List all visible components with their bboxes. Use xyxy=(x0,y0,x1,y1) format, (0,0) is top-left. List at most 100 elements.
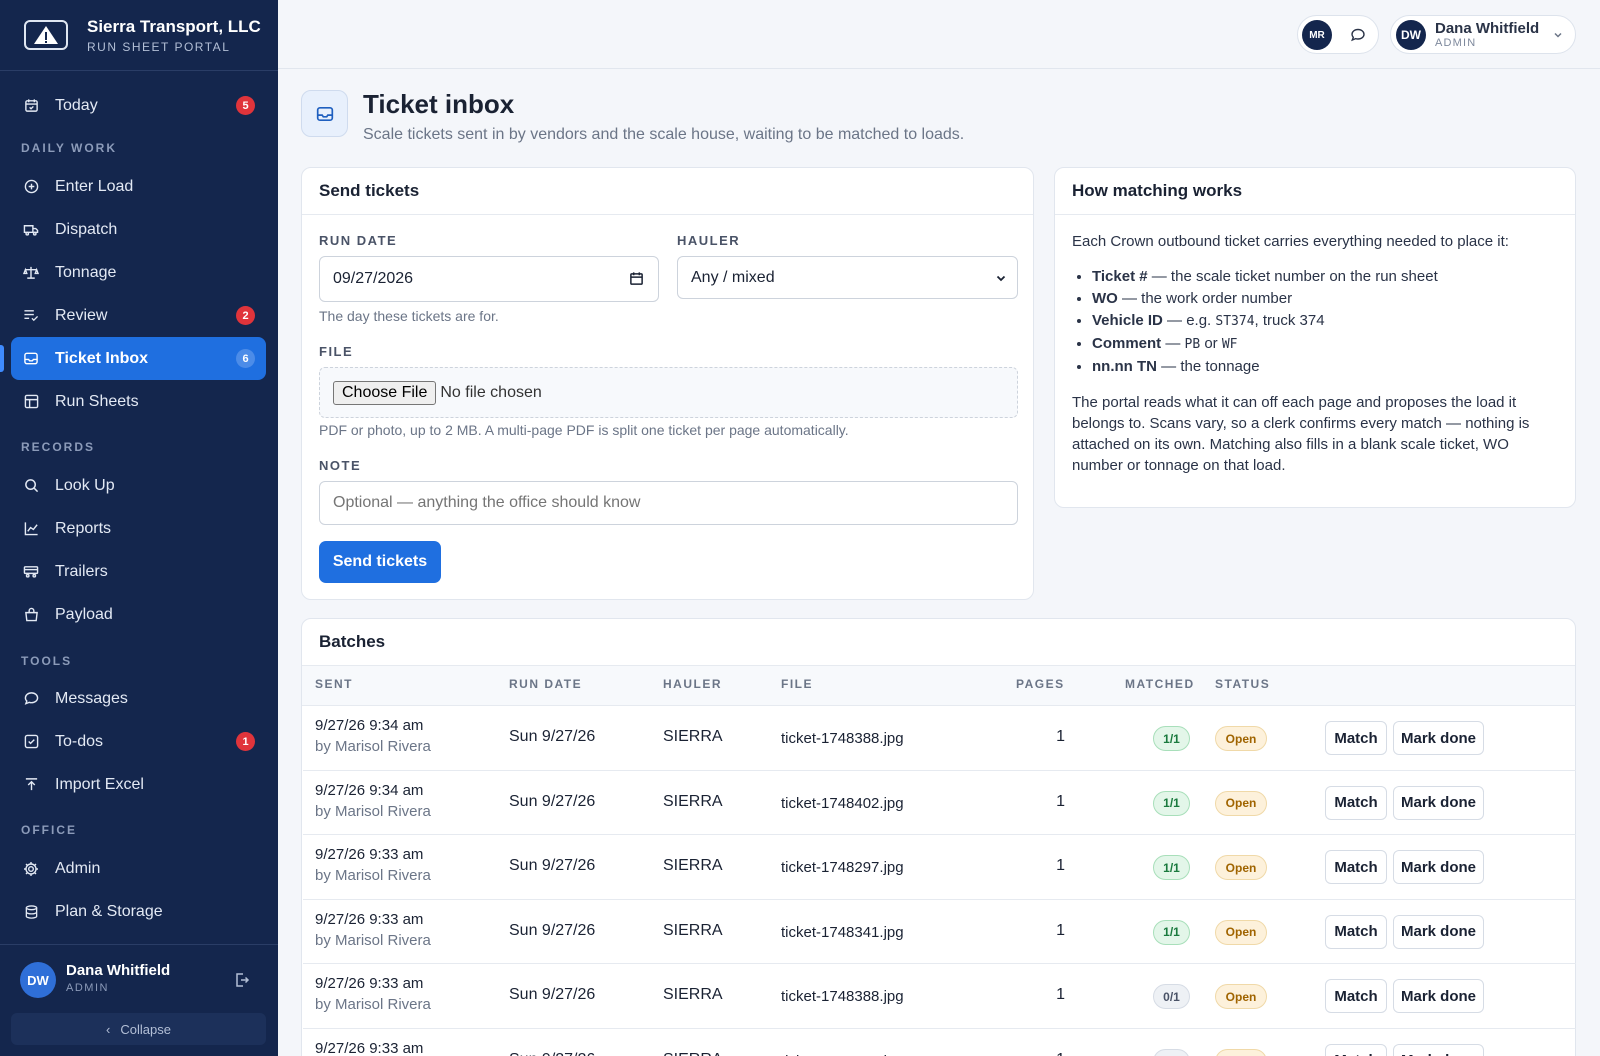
truck-icon xyxy=(23,222,39,238)
sidebar-item-label: Look Up xyxy=(55,476,115,494)
column-header-sent: SENT xyxy=(315,677,354,691)
field-term: Comment xyxy=(1092,335,1162,352)
calendar-icon[interactable] xyxy=(629,271,644,291)
field-mid: or xyxy=(1200,335,1222,352)
chart-line-icon xyxy=(23,521,39,537)
choose-file-button[interactable]: Choose File xyxy=(333,380,437,405)
review-count-badge: 2 xyxy=(236,306,255,325)
file-dropzone[interactable]: Choose File No file chosen xyxy=(319,367,1018,418)
column-header-hauler: HAULER xyxy=(663,677,722,691)
match-button[interactable]: Match xyxy=(1325,914,1387,949)
pages-cell: 1 xyxy=(1056,792,1065,810)
section-daily-work: DAILY WORK xyxy=(21,141,118,155)
sidebar-item-label: Messages xyxy=(55,689,128,707)
sidebar-item-enter-load[interactable]: Enter Load xyxy=(11,165,266,208)
matched-badge: 1/1 xyxy=(1153,790,1190,816)
sent-by: by Marisol Rivera xyxy=(315,738,431,755)
file-status: No file chosen xyxy=(440,383,542,401)
run-date-cell: Sun 9/27/26 xyxy=(509,986,596,1003)
sidebar-item-payload[interactable]: Payload xyxy=(11,593,266,636)
sidebar-item-todos[interactable]: To-dos 1 xyxy=(11,720,266,763)
avatar[interactable]: MR xyxy=(1302,20,1332,50)
sidebar-item-today[interactable]: Today 5 xyxy=(11,84,266,127)
todos-count-badge: 1 xyxy=(236,732,255,751)
sidebar-item-label: Import Excel xyxy=(55,775,144,793)
match-button[interactable]: Match xyxy=(1325,979,1387,1013)
list-item: WO — the work order number xyxy=(1092,288,1562,310)
sidebar-item-messages[interactable]: Messages xyxy=(11,677,266,720)
file-label: FILE xyxy=(319,344,354,359)
sidebar-item-label: Plan & Storage xyxy=(55,902,163,920)
column-header-matched: MATCHED xyxy=(1125,677,1195,691)
sent-time: 9/27/26 9:34 am xyxy=(315,781,424,799)
hauler-value: Any / mixed xyxy=(691,268,775,286)
mark-done-button[interactable]: Mark done xyxy=(1393,979,1484,1013)
file-cell[interactable]: ticket-1748388.jpg xyxy=(781,988,904,1005)
user-role: ADMIN xyxy=(1435,37,1477,49)
field-desc: — the work order number xyxy=(1117,290,1293,307)
table-icon xyxy=(23,394,39,410)
mark-done-button[interactable]: Mark done xyxy=(1393,785,1484,820)
file-cell[interactable]: ticket-1748388.jpg xyxy=(781,730,904,747)
mark-done-button[interactable]: Mark done xyxy=(1393,850,1484,884)
mark-done-button[interactable]: Mark done xyxy=(1393,914,1484,949)
field-desc: — the scale ticket number on the run she… xyxy=(1147,268,1438,285)
brand: Sierra Transport, LLC RUN SHEET PORTAL xyxy=(0,0,278,71)
match-button[interactable]: Match xyxy=(1325,721,1387,755)
status-badge: Open xyxy=(1215,855,1267,880)
send-tickets-button[interactable]: Send tickets xyxy=(319,541,441,583)
hauler-cell: SIERRA xyxy=(663,1051,723,1056)
file-cell[interactable]: ticket-1748402.jpg xyxy=(781,795,904,812)
plus-circle-icon xyxy=(23,179,39,195)
how-outro: The portal reads what it can off each pa… xyxy=(1072,394,1530,474)
run-date-input[interactable]: 09/27/2026 xyxy=(319,256,659,302)
column-header-file: FILE xyxy=(781,677,813,691)
chat-bubble-icon xyxy=(23,691,39,707)
how-matching-title: How matching works xyxy=(1055,168,1575,215)
match-button[interactable]: Match xyxy=(1325,1043,1387,1056)
sent-by: by Marisol Rivera xyxy=(315,996,431,1013)
section-tools: TOOLS xyxy=(21,654,73,668)
mark-done-button[interactable]: Mark done xyxy=(1393,1043,1484,1056)
sidebar-item-tonnage[interactable]: Tonnage xyxy=(11,251,266,294)
run-date-cell: Sun 9/27/26 xyxy=(509,1051,595,1056)
sidebar-item-review[interactable]: Review 2 xyxy=(11,294,266,337)
how-intro: Each Crown outbound ticket carries every… xyxy=(1072,233,1509,250)
field-desc: — the tonnage xyxy=(1156,358,1260,375)
logout-icon[interactable] xyxy=(234,972,250,991)
run-date-cell: Sun 9/27/26 xyxy=(509,728,596,745)
match-button[interactable]: Match xyxy=(1325,785,1387,820)
sidebar-item-admin[interactable]: Admin xyxy=(11,847,266,890)
sidebar-item-trailers[interactable]: Trailers xyxy=(11,550,266,593)
sidebar-item-import-excel[interactable]: Import Excel xyxy=(11,763,266,806)
sent-time: 9/27/26 9:33 am xyxy=(315,1039,424,1056)
sidebar-item-label: Trailers xyxy=(55,562,108,580)
sidebar-item-ticket-inbox[interactable]: Ticket Inbox 6 xyxy=(0,337,266,380)
batches-title: Batches xyxy=(302,619,1575,666)
sidebar-item-look-up[interactable]: Look Up xyxy=(11,464,266,507)
matched-badge: 0/1 xyxy=(1153,1048,1190,1056)
hauler-cell: SIERRA xyxy=(663,986,723,1003)
collapse-button[interactable]: ‹ Collapse xyxy=(11,1013,266,1045)
file-cell[interactable]: ticket-1748297.jpg xyxy=(781,859,904,876)
user-menu[interactable]: DW Dana Whitfield ADMIN xyxy=(1390,15,1576,54)
sidebar-item-run-sheets[interactable]: Run Sheets xyxy=(11,380,266,423)
status-badge: Open xyxy=(1215,984,1267,1009)
note-input[interactable] xyxy=(319,481,1018,525)
mark-done-button[interactable]: Mark done xyxy=(1393,721,1484,755)
sidebar-item-dispatch[interactable]: Dispatch xyxy=(11,208,266,251)
send-tickets-card: Send tickets RUN DATE 09/27/2026 The day… xyxy=(301,167,1034,600)
file-cell[interactable]: ticket-1748402.jpg xyxy=(781,1053,904,1056)
sidebar-item-reports[interactable]: Reports xyxy=(11,507,266,550)
chat-bubble-icon[interactable] xyxy=(1350,27,1366,46)
presence-pill: MR xyxy=(1297,15,1379,54)
sidebar-item-plan-storage[interactable]: Plan & Storage xyxy=(11,890,266,933)
hauler-select[interactable]: Any / mixed xyxy=(677,256,1018,299)
match-button[interactable]: Match xyxy=(1325,850,1387,884)
sent-time: 9/27/26 9:34 am xyxy=(315,717,424,734)
file-cell[interactable]: ticket-1748341.jpg xyxy=(781,924,904,941)
file-help: PDF or photo, up to 2 MB. A multi-page P… xyxy=(319,422,849,438)
status-badge: Open xyxy=(1215,1048,1267,1056)
sent-time: 9/27/26 9:33 am xyxy=(315,975,424,992)
hauler-cell: SIERRA xyxy=(663,792,723,810)
